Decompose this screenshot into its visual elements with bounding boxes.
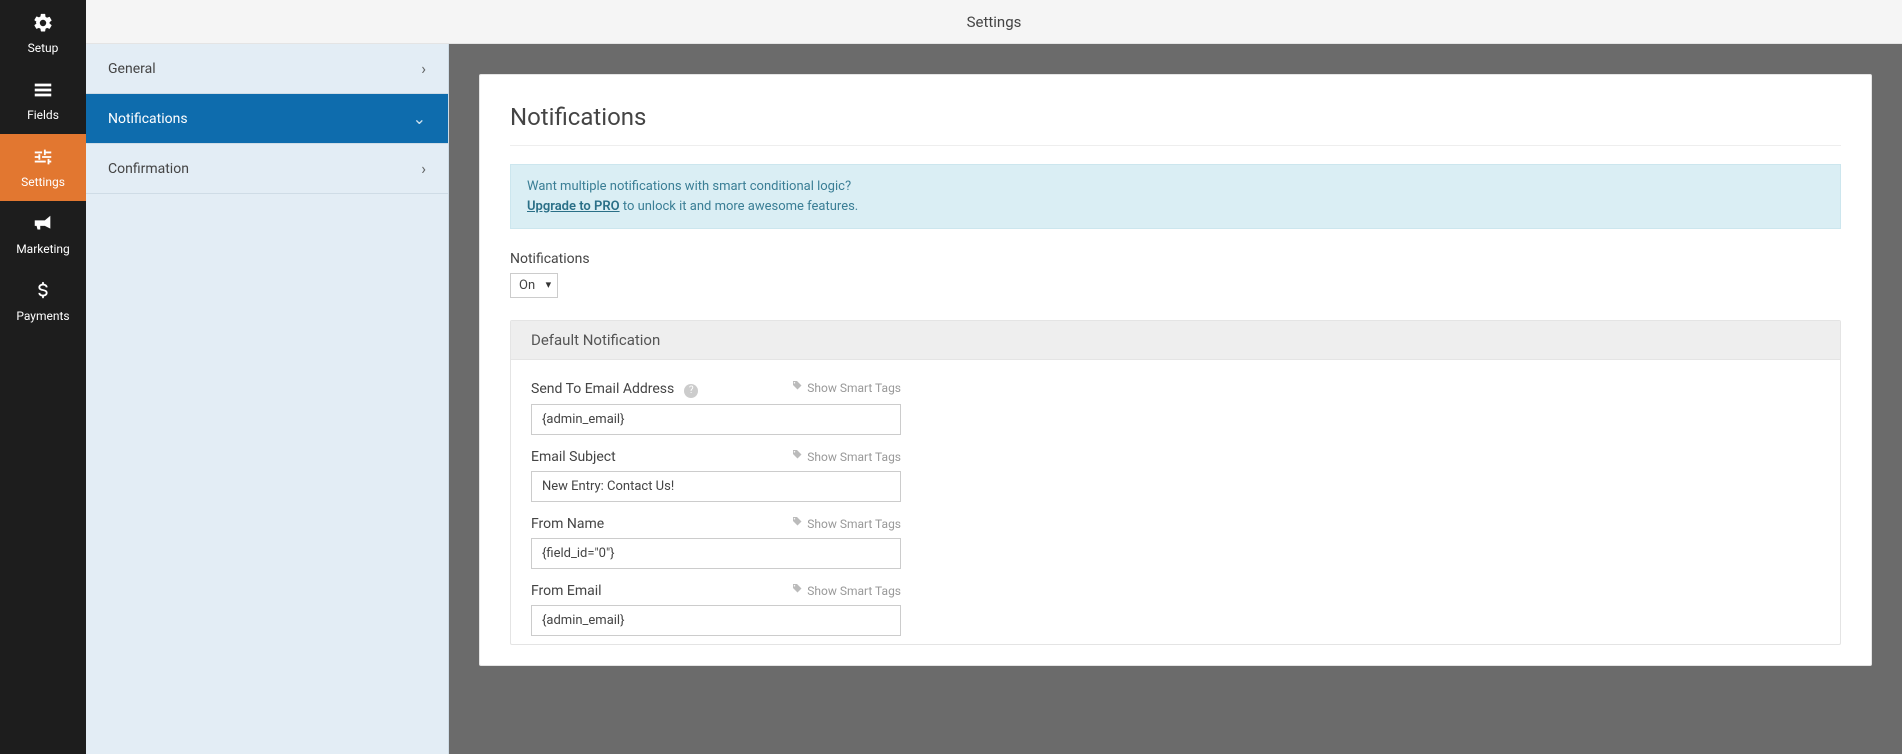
rail-item-setup[interactable]: Setup (0, 0, 86, 67)
side-item-general[interactable]: General › (86, 44, 448, 94)
show-smart-tags[interactable]: Show Smart Tags (791, 583, 901, 598)
help-icon[interactable]: ? (684, 384, 698, 398)
from-name-input[interactable] (531, 538, 901, 569)
chevron-right-icon: › (421, 59, 426, 78)
form-row-subject: Email Subject Show Smart Tags (531, 449, 1820, 502)
list-icon (32, 79, 54, 104)
rail-label: Payments (16, 309, 69, 323)
chevron-right-icon: › (421, 159, 426, 178)
rail-item-fields[interactable]: Fields (0, 67, 86, 134)
from-email-input[interactable] (531, 605, 901, 636)
form-row-send-to: Send To Email Address ? Show Smart Tags (531, 378, 1820, 435)
body: General › Notifications ⌄ Confirmation ›… (86, 44, 1902, 754)
tag-icon (791, 583, 803, 598)
sliders-icon (32, 146, 54, 171)
rail-item-marketing[interactable]: Marketing (0, 201, 86, 268)
show-smart-tags[interactable]: Show Smart Tags (791, 449, 901, 464)
promo-line2: Upgrade to PRO to unlock it and more awe… (527, 197, 1824, 217)
tag-icon (791, 380, 803, 395)
side-item-label: General (108, 61, 156, 77)
side-item-confirmation[interactable]: Confirmation › (86, 144, 448, 194)
settings-panel: Notifications Want multiple notification… (479, 74, 1872, 666)
field-label: Send To Email Address (531, 381, 674, 397)
field-label: From Email (531, 583, 602, 599)
chevron-down-icon: ⌄ (413, 109, 426, 128)
content-area: Notifications Want multiple notification… (449, 44, 1902, 754)
bullhorn-icon (32, 213, 54, 238)
notifications-label: Notifications (510, 251, 1841, 267)
topbar-title: Settings (967, 13, 1022, 31)
upgrade-link[interactable]: Upgrade to PRO (527, 199, 620, 214)
promo-line2-rest: to unlock it and more awesome features. (620, 199, 859, 214)
rail-label: Marketing (16, 242, 70, 256)
rail-label: Setup (28, 41, 59, 55)
rail-item-payments[interactable]: Payments (0, 268, 86, 335)
topbar: Settings (86, 0, 1902, 44)
send-to-input[interactable] (531, 404, 901, 435)
show-smart-tags[interactable]: Show Smart Tags (791, 516, 901, 531)
side-item-label: Notifications (108, 111, 188, 127)
notifications-select-value: On (519, 278, 535, 293)
settings-side-panel: General › Notifications ⌄ Confirmation › (86, 44, 449, 754)
subject-input[interactable] (531, 471, 901, 502)
tag-icon (791, 516, 803, 531)
notifications-select[interactable]: On (510, 273, 558, 298)
side-item-notifications[interactable]: Notifications ⌄ (86, 94, 448, 144)
field-label: Email Subject (531, 449, 616, 465)
field-label: From Name (531, 516, 604, 532)
rail-item-settings[interactable]: Settings (0, 134, 86, 201)
dollar-icon (32, 280, 54, 305)
side-item-label: Confirmation (108, 161, 189, 177)
promo-line1: Want multiple notifications with smart c… (527, 177, 1824, 197)
card-title: Default Notification (511, 321, 1840, 360)
rail-label: Settings (21, 175, 65, 189)
panel-heading: Notifications (510, 103, 1841, 146)
rail-label: Fields (27, 108, 59, 122)
default-notification-card: Default Notification Send To Email Addre… (510, 320, 1841, 645)
left-rail: Setup Fields Settings Marketing Payments (0, 0, 86, 754)
gear-icon (32, 12, 54, 37)
form-row-from-email: From Email Show Smart Tags (531, 583, 1820, 636)
main-column: Settings General › Notifications ⌄ Confi… (86, 0, 1902, 754)
upgrade-promo: Want multiple notifications with smart c… (510, 164, 1841, 229)
show-smart-tags[interactable]: Show Smart Tags (791, 380, 901, 395)
form-row-from-name: From Name Show Smart Tags (531, 516, 1820, 569)
tag-icon (791, 449, 803, 464)
